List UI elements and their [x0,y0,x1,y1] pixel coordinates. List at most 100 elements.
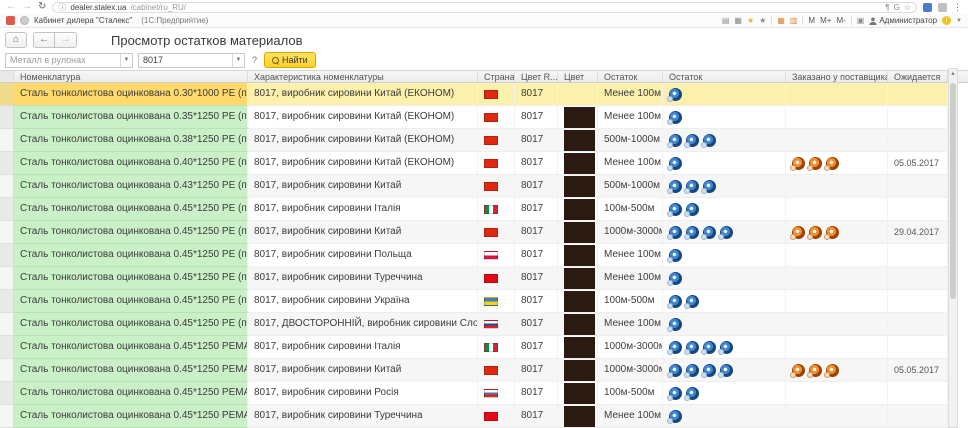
th-color-ral[interactable]: Цвет R... [515,71,558,82]
cell-characteristic[interactable]: 8017, ДВОСТОРОННІЙ, виробник сировини Сл… [248,313,478,336]
scrollbar-thumb[interactable] [950,83,956,299]
cell-characteristic[interactable]: 8017, виробник сировини Китай [248,175,478,198]
cell-color[interactable] [558,359,598,382]
cell-characteristic[interactable]: 8017, виробник сировини Туреччина [248,405,478,428]
cell-expected-date[interactable] [888,198,948,221]
th-nomenclature[interactable]: Номенклатура [14,71,248,82]
th-stock-icons[interactable]: Остаток [663,71,786,82]
memory-m-button[interactable]: M [808,16,815,25]
ordered-coil-icon[interactable] [809,226,822,239]
th-characteristic[interactable]: Характеристика номенклатуры [248,71,478,82]
cell-color[interactable] [558,313,598,336]
cell-country[interactable] [478,106,515,129]
th-expected[interactable]: Ожидается [888,71,948,82]
stock-coil-icon[interactable] [669,387,682,400]
stock-coil-icon[interactable] [703,134,716,147]
row-selector-cell[interactable] [0,198,14,221]
cell-country[interactable] [478,198,515,221]
scroll-up-icon[interactable]: ▲ [949,69,957,79]
cell-characteristic[interactable]: 8017, виробник сировини Україна [248,290,478,313]
cell-stock-coils[interactable] [663,152,786,175]
row-selector-cell[interactable] [0,221,14,244]
cell-nomenclature[interactable]: Сталь тонколистова оцинкована 0.40*1250 … [14,152,248,175]
cell-stock[interactable]: 100м-500м [598,198,663,221]
cell-expected-date[interactable] [888,106,948,129]
cell-ordered-coils[interactable] [786,244,888,267]
cell-expected-date[interactable]: 05.05.2017 [888,152,948,175]
cell-expected-date[interactable]: 05.05.2017 [888,359,948,382]
row-selector-cell[interactable] [0,267,14,290]
cell-nomenclature[interactable]: Сталь тонколистова оцинкована 0.45*1250 … [14,405,248,428]
row-selector-cell[interactable] [0,106,14,129]
th-country[interactable]: Страна [478,71,515,82]
row-selector-cell[interactable] [0,83,14,106]
ordered-coil-icon[interactable] [809,364,822,377]
cell-country[interactable] [478,83,515,106]
cell-stock-coils[interactable] [663,336,786,359]
cell-expected-date[interactable]: 29.04.2017 [888,221,948,244]
cell-characteristic[interactable]: 8017, виробник сировини Китай [248,359,478,382]
th-color[interactable]: Цвет [558,71,598,82]
th-stock[interactable]: Остаток [598,71,663,82]
cell-stock[interactable]: Менее 100м [598,152,663,175]
row-selector-cell[interactable] [0,175,14,198]
cell-stock-coils[interactable] [663,129,786,152]
cell-country[interactable] [478,313,515,336]
browser-reload-icon[interactable]: ↻ [38,1,46,13]
stock-coil-icon[interactable] [669,341,682,354]
stock-coil-icon[interactable] [720,226,733,239]
row-selector-cell[interactable] [0,405,14,428]
chevron-down-icon[interactable]: ▼ [232,54,244,67]
cell-ordered-coils[interactable] [786,267,888,290]
stock-coil-icon[interactable] [669,157,682,170]
row-selector-cell[interactable] [0,313,14,336]
chevron-down-icon[interactable]: ▼ [120,54,132,67]
cell-stock-coils[interactable] [663,313,786,336]
ordered-coil-icon[interactable] [826,364,839,377]
cell-nomenclature[interactable]: Сталь тонколистова оцинкована 0.45*1250 … [14,290,248,313]
cell-stock-coils[interactable] [663,290,786,313]
help-icon[interactable]: ? [252,55,257,65]
cell-nomenclature[interactable]: Сталь тонколистова оцинкована 0.45*1250 … [14,382,248,405]
home-button[interactable]: ⌂ [5,32,27,48]
table-row[interactable]: Сталь тонколистова оцинкована 0.35*1250 … [0,106,968,129]
material-type-select[interactable]: Металл в рулонах ▼ [5,53,133,68]
table-row[interactable]: Сталь тонколистова оцинкована 0.40*1250 … [0,152,968,175]
cell-color-ral[interactable]: 8017 [515,359,558,382]
translate-icon[interactable]: G [894,3,900,12]
cell-characteristic[interactable]: 8017, виробник сировини Росія [248,382,478,405]
browser-menu-icon[interactable]: ⋮ [953,2,962,13]
cell-color[interactable] [558,106,598,129]
nav-forward-button[interactable]: → [55,32,77,48]
stock-coil-icon[interactable] [686,364,699,377]
address-bar[interactable]: ⓘ dealer.stalex.ua /cabinet/ru_RU/ ¶ G ☆ [52,2,917,13]
cell-stock[interactable]: Менее 100м [598,106,663,129]
stock-coil-icon[interactable] [669,111,682,124]
cell-stock-coils[interactable] [663,267,786,290]
cell-country[interactable] [478,221,515,244]
cell-nomenclature[interactable]: Сталь тонколистова оцинкована 0.35*1250 … [14,106,248,129]
cell-ordered-coils[interactable] [786,313,888,336]
cell-color-ral[interactable]: 8017 [515,313,558,336]
stock-coil-icon[interactable] [703,180,716,193]
cell-country[interactable] [478,359,515,382]
stock-coil-icon[interactable] [686,295,699,308]
cell-characteristic[interactable]: 8017, виробник сировини Італія [248,336,478,359]
stock-coil-icon[interactable] [669,295,682,308]
cell-stock-coils[interactable] [663,198,786,221]
table-row[interactable]: Сталь тонколистова оцинкована 0.45*1250 … [0,267,968,290]
cell-ordered-coils[interactable] [786,382,888,405]
cell-color[interactable] [558,290,598,313]
cell-stock[interactable]: Менее 100м [598,267,663,290]
table-row[interactable]: Сталь тонколистова оцинкована 0.43*1250 … [0,175,968,198]
cell-stock-coils[interactable] [663,382,786,405]
row-selector-cell[interactable] [0,152,14,175]
table-row[interactable]: Сталь тонколистова оцинкована 0.45*1250 … [0,221,968,244]
cell-stock[interactable]: 100м-500м [598,290,663,313]
cell-expected-date[interactable] [888,83,948,106]
cell-expected-date[interactable] [888,336,948,359]
cell-color[interactable] [558,336,598,359]
table-row[interactable]: Сталь тонколистова оцинкована 0.45*1250 … [0,336,968,359]
cell-nomenclature[interactable]: Сталь тонколистова оцинкована 0.45*1250 … [14,359,248,382]
cell-stock-coils[interactable] [663,405,786,428]
